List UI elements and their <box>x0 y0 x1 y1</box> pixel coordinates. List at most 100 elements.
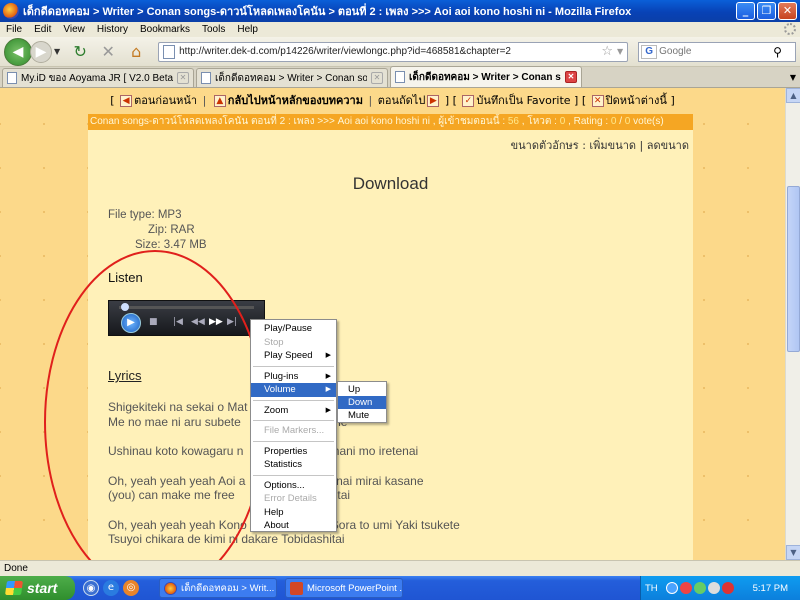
scroll-thumb[interactable] <box>787 186 800 352</box>
volume-menu-item[interactable]: Up <box>338 383 386 396</box>
menu-bar: File Edit View History Bookmarks Tools H… <box>0 22 800 37</box>
search-icon[interactable]: ⚲ <box>773 45 782 59</box>
menu-separator <box>253 365 334 367</box>
url-input[interactable] <box>179 46 598 57</box>
context-menu-item: Stop <box>251 336 336 350</box>
messenger-icon[interactable] <box>693 582 706 594</box>
internet-explorer-icon[interactable]: e <box>103 580 119 596</box>
context-menu-item[interactable]: Play Speed ▶ <box>251 349 336 363</box>
home-icon[interactable]: ⌂ <box>125 41 147 63</box>
context-menu-item[interactable]: About <box>251 519 336 533</box>
tab-close-icon[interactable]: ✕ <box>565 71 577 83</box>
network-icon[interactable] <box>665 582 678 594</box>
language-indicator[interactable]: TH <box>645 583 658 594</box>
fast-forward-icon[interactable]: ▶▶ <box>209 317 223 327</box>
search-bar[interactable]: G ⚲ <box>638 41 797 62</box>
font-increase-link[interactable]: เพิ่มขนาด <box>589 139 636 152</box>
reload-icon[interactable]: ↻ <box>69 41 91 63</box>
clock: 5:17 PM <box>752 582 788 594</box>
context-menu-item[interactable]: Plug-ins ▶ <box>251 370 336 384</box>
menu-file[interactable]: File <box>0 24 28 35</box>
tab-conan-songs[interactable]: เด็กดีดอทคอม > Writer > Conan songs... ✕ <box>196 68 388 87</box>
tab-close-icon[interactable]: ✕ <box>371 72 383 84</box>
tab-myid[interactable]: My.iD ของ Aoyama JR [ V2.0 Beta ] ✕ <box>2 68 194 87</box>
history-dropdown-icon[interactable]: ▼ <box>54 47 60 56</box>
taskbar-item-firefox[interactable]: เด็กดีดอทคอม > Writ... <box>159 578 277 598</box>
menu-history[interactable]: History <box>91 24 134 35</box>
menu-item-label: Options... <box>264 479 305 491</box>
rating-suffix: vote(s) <box>630 116 664 127</box>
minimize-button[interactable]: _ <box>736 2 755 20</box>
menu-item-label: About <box>264 520 289 531</box>
antivirus-icon[interactable] <box>679 582 692 594</box>
back-button[interactable]: ◀ <box>4 37 32 66</box>
tab-close-icon[interactable]: ✕ <box>177 72 189 84</box>
rewind-icon[interactable]: ◀◀ <box>191 317 205 327</box>
search-input[interactable] <box>659 46 770 57</box>
forward-button[interactable]: ▶ <box>30 40 52 63</box>
submenu-arrow-icon: ▶ <box>325 352 331 359</box>
scroll-down-icon[interactable]: ▼ <box>786 545 800 560</box>
menu-tools[interactable]: Tools <box>196 24 231 35</box>
file-zip[interactable]: Zip: RAR <box>108 223 207 238</box>
lyrics-stanza: Oh, yeah yeah yeah Aoi a Kagirinai mirai… <box>108 474 688 503</box>
lyrics-stanza: Ushinau koto kowagaru n i mada nani mo i… <box>108 444 688 459</box>
menu-help[interactable]: Help <box>231 24 264 35</box>
google-icon[interactable]: G <box>641 44 658 59</box>
url-dropdown-icon[interactable]: ▼ <box>617 47 623 56</box>
menu-bookmarks[interactable]: Bookmarks <box>134 24 196 35</box>
menu-item-label: Help <box>264 506 284 518</box>
vertical-scrollbar[interactable]: ▲ ▼ <box>785 88 800 560</box>
close-button[interactable]: ✕ <box>778 2 797 20</box>
close-window-icon: ✕ <box>591 95 604 107</box>
menu-edit[interactable]: Edit <box>28 24 57 35</box>
main-page-link[interactable]: กลับไปหน้าหลักของบทความ <box>228 94 363 107</box>
menu-item-label: Volume <box>264 384 296 395</box>
system-tray: TH 5:17 PM <box>640 576 800 600</box>
next-chapter-link[interactable]: ตอนถัดไป <box>378 94 426 107</box>
stop-button-icon[interactable]: ■ <box>149 317 158 327</box>
prev-chapter-link[interactable]: ตอนก่อนหน้า <box>134 94 197 107</box>
status-bar: Done <box>0 560 800 576</box>
favorite-link[interactable]: บันทึกเป็น Favorite <box>476 94 570 107</box>
context-menu-item[interactable]: Statistics <box>251 458 336 472</box>
seek-handle[interactable] <box>121 303 129 311</box>
security-icon[interactable] <box>721 582 734 594</box>
stop-icon[interactable]: ✕ <box>97 41 119 63</box>
context-menu-item[interactable]: Volume ▶ <box>251 383 336 397</box>
font-size-controls: ขนาดตัวอักษร : เพิ่มขนาด | ลดขนาด <box>511 136 689 154</box>
seek-bar[interactable] <box>119 306 254 309</box>
windows-logo-icon <box>5 581 23 595</box>
context-menu-item[interactable]: Options... <box>251 479 336 493</box>
volume-menu-item[interactable]: Mute <box>338 409 386 422</box>
context-menu-item[interactable]: Properties <box>251 445 336 459</box>
page-icon <box>201 72 211 84</box>
font-decrease-link[interactable]: ลดขนาด <box>647 139 689 152</box>
menu-item-label: Statistics <box>264 459 303 470</box>
tab-active[interactable]: เด็กดีดอทคอม > Writer > Conan s... ✕ <box>390 66 582 87</box>
context-menu-item[interactable]: Help <box>251 506 336 520</box>
tab-list-icon[interactable]: ▼ <box>786 69 800 87</box>
volume-menu-item[interactable]: Down <box>338 396 386 409</box>
maximize-button[interactable]: ❐ <box>757 2 776 20</box>
taskbar-item-powerpoint[interactable]: Microsoft PowerPoint ... <box>285 578 403 598</box>
bookmark-star-icon[interactable]: ☆ <box>601 44 613 59</box>
scroll-up-icon[interactable]: ▲ <box>786 88 800 103</box>
show-desktop-icon[interactable]: ◉ <box>83 580 99 596</box>
start-button[interactable]: start <box>0 576 75 600</box>
next-chapter-icon: ▶ <box>427 95 440 107</box>
previous-icon[interactable]: |◀ <box>173 317 183 327</box>
close-window-link[interactable]: ปิดหน้าต่างนี้ <box>606 94 667 107</box>
menu-view[interactable]: View <box>57 24 91 35</box>
context-menu-item[interactable]: Play/Pause <box>251 322 336 336</box>
tab-label: My.iD ของ Aoyama JR [ V2.0 Beta ] <box>21 72 173 84</box>
firefox-quicklaunch-icon[interactable]: ◎ <box>123 580 139 596</box>
window-controls: _ ❐ ✕ <box>736 2 797 20</box>
volume-icon[interactable] <box>707 582 720 594</box>
lyrics-line: Tsuyoi chikara de kimi ni dakare Tobidas… <box>108 532 345 546</box>
play-icon[interactable]: ▶ <box>121 313 141 333</box>
next-icon[interactable]: ▶| <box>227 317 237 327</box>
context-menu-item[interactable]: Zoom ▶ <box>251 404 336 418</box>
address-bar[interactable]: ☆ ▼ <box>158 41 629 62</box>
media-player[interactable]: ▶ ■ |◀ ◀◀ ▶▶ ▶| <box>108 300 265 336</box>
